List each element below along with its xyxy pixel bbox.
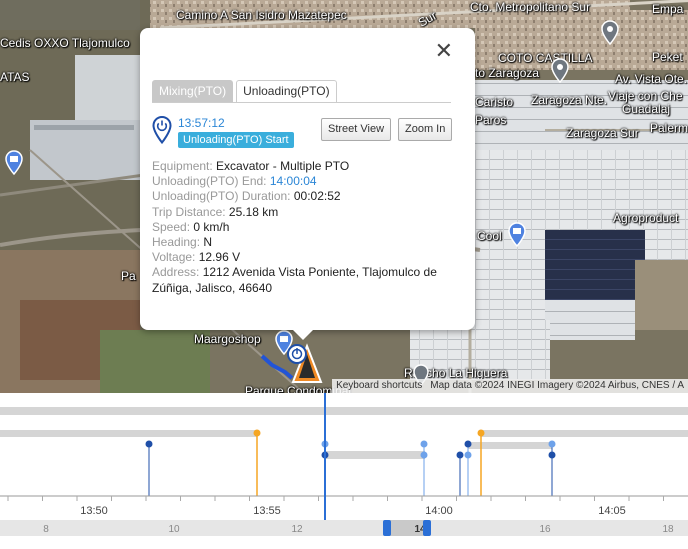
zoom-in-button[interactable]: Zoom In bbox=[398, 118, 453, 141]
overview-scrollbar[interactable] bbox=[0, 520, 688, 536]
map-label-cedis-oxxo: Cedis OXXO Tlajomulco bbox=[0, 36, 130, 50]
event-time: 13:57:12 bbox=[178, 116, 225, 130]
map-label-guadalaj: Guadalaj bbox=[622, 102, 671, 116]
shop-pin-icon[interactable] bbox=[4, 150, 24, 176]
map-label-cool: Cool bbox=[477, 229, 502, 243]
event-marker[interactable] bbox=[477, 429, 485, 497]
map-label-zaragoza: to Zaragoza bbox=[475, 66, 540, 80]
power-pin-icon bbox=[152, 116, 172, 144]
overview-tick-label: 12 bbox=[291, 524, 303, 535]
detail-voltage: Voltage: 12.96 V bbox=[152, 250, 241, 265]
event-marker[interactable] bbox=[456, 451, 464, 497]
map-label-zaragoza-nte: Zaragoza Nte. bbox=[531, 93, 608, 107]
shop-pin-icon[interactable] bbox=[507, 222, 527, 248]
map-label-viaje-con-che: Viaje con Che bbox=[608, 89, 683, 103]
timeline-track-bar bbox=[0, 430, 257, 437]
map-label-av-vista-ote: Av. Vista Ote. bbox=[615, 72, 688, 86]
tab-mixing-pto[interactable]: Mixing(PTO) bbox=[152, 80, 234, 102]
timeline-track-bar bbox=[0, 407, 688, 415]
map-label-agroproduct: Agroproduct bbox=[613, 211, 679, 225]
map-view[interactable]: Camino A San Isidro Mazatepec Cto. Metro… bbox=[0, 0, 688, 393]
map-label-empa: Empa bbox=[652, 2, 684, 16]
map-label-caristo: Caristo bbox=[475, 95, 514, 109]
event-tabs: Mixing(PTO) Unloading(PTO) bbox=[152, 80, 451, 103]
tab-unloading-pto[interactable]: Unloading(PTO) bbox=[236, 80, 337, 102]
event-marker[interactable] bbox=[145, 440, 153, 497]
time-tick-label: 13:55 bbox=[253, 505, 281, 517]
timeline-track-bar bbox=[325, 451, 425, 459]
map-label-palerm: Palerm bbox=[650, 121, 688, 135]
event-info-popup: ✕ Mixing(PTO) Unloading(PTO) 13:57:12 Un… bbox=[140, 28, 475, 340]
map-label-camino: Camino A San Isidro Mazatepec bbox=[176, 8, 347, 22]
range-handle-right[interactable] bbox=[423, 520, 431, 536]
range-handle-left[interactable] bbox=[383, 520, 391, 536]
map-label-coto-castilla: COTO CASTILLA bbox=[498, 51, 593, 65]
poi-pin-icon[interactable] bbox=[600, 20, 620, 46]
event-details: Equipment: Excavator - Multiple PTO Unlo… bbox=[152, 159, 452, 296]
event-header: 13:57:12 Unloading(PTO) Start bbox=[152, 116, 294, 148]
map-label-maargoshop: Maargoshop bbox=[194, 332, 261, 346]
detail-address: Address: 1212 Avenida Vista Poniente, Tl… bbox=[152, 265, 437, 295]
map-label-cto-metropolitano: Cto. Metropolitano Sur bbox=[470, 0, 591, 14]
time-tick-label: 14:05 bbox=[598, 505, 626, 517]
event-marker[interactable] bbox=[253, 429, 261, 497]
detail-speed: Speed: 0 km/h bbox=[152, 219, 230, 234]
keyboard-shortcuts-link[interactable]: Keyboard shortcuts bbox=[336, 379, 422, 393]
map-label-paros: Paros bbox=[475, 113, 507, 127]
poi-pin-icon[interactable] bbox=[550, 58, 570, 84]
timeline-track-bar bbox=[481, 430, 688, 437]
time-axis-minor-ticks bbox=[7, 496, 664, 501]
detail-unloading-duration: Unloading(PTO) Duration: 00:02:52 bbox=[152, 189, 341, 204]
detail-heading: Heading: N bbox=[152, 235, 213, 250]
detail-equipment: Equipment: Excavator - Multiple PTO bbox=[152, 159, 350, 173]
time-tick-label: 13:50 bbox=[80, 505, 108, 517]
overview-tick-label: 16 bbox=[539, 524, 551, 535]
map-label-peket: Peket bbox=[652, 50, 683, 64]
overview-tick-label: 18 bbox=[662, 524, 674, 535]
overview-tick-label: 8 bbox=[43, 524, 49, 535]
map-attribution: Keyboard shortcuts Map data ©2024 INEGI … bbox=[332, 379, 688, 393]
map-label-pa: Pa bbox=[121, 269, 136, 283]
close-icon[interactable]: ✕ bbox=[435, 40, 453, 62]
detail-unloading-end: Unloading(PTO) End: 14:00:04 bbox=[152, 174, 317, 189]
map-data-credit: Map data ©2024 INEGI Imagery ©2024 Airbu… bbox=[430, 380, 684, 391]
time-tick-label: 14:00 bbox=[425, 505, 453, 517]
event-marker[interactable] bbox=[420, 440, 428, 497]
event-timeline[interactable]: 13:50 13:55 14:00 14:05 8 10 12 14 16 18 bbox=[0, 393, 688, 549]
timeline-canvas[interactable]: 13:50 13:55 14:00 14:05 8 10 12 14 16 18 bbox=[0, 393, 688, 549]
overview-tick-label: 10 bbox=[168, 524, 180, 535]
detail-trip-distance: Trip Distance: 25.18 km bbox=[152, 204, 279, 219]
map-label-zaragoza-sur: Zaragoza Sur bbox=[566, 126, 639, 140]
vehicle-marker-icon[interactable] bbox=[286, 340, 324, 386]
street-view-button[interactable]: Street View bbox=[321, 118, 392, 141]
map-label-atas: ATAS bbox=[0, 70, 30, 84]
event-type-badge: Unloading(PTO) Start bbox=[178, 132, 294, 148]
